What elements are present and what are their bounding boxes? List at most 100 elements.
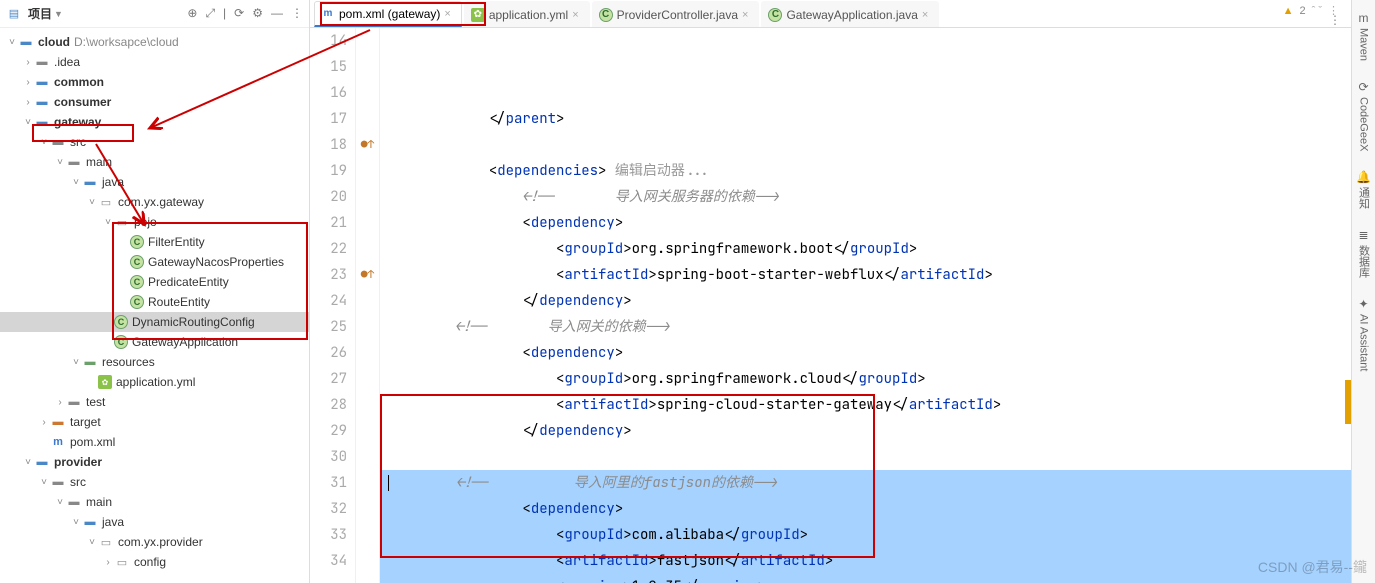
code-line-32[interactable]: <version>1.2.35</version> <box>380 574 1351 583</box>
gutter-marker[interactable] <box>356 80 379 106</box>
tree-item-application-yml[interactable]: ✿application.yml <box>0 372 309 392</box>
gutter-marker[interactable] <box>356 314 379 340</box>
right-tool-数据库[interactable]: ≣数据库 <box>1356 227 1372 278</box>
code-line-28[interactable]: <!-- 导入阿里的fastjson的依赖--> <box>380 470 1351 496</box>
expand-chevron-icon[interactable]: › <box>22 97 34 108</box>
right-tool-codegeex[interactable]: ⟳CodeGeeX <box>1356 79 1372 151</box>
expand-chevron-icon[interactable]: ˅ <box>6 37 18 48</box>
gutter-marker[interactable] <box>356 158 379 184</box>
tree-item-target[interactable]: ›▬target <box>0 412 309 432</box>
code-line-30[interactable]: <groupId>com.alibaba</groupId> <box>380 522 1351 548</box>
gutter-marker[interactable] <box>356 288 379 314</box>
code-line-18[interactable]: <dependency> <box>380 210 1351 236</box>
more-icon[interactable]: ⋮ <box>291 6 303 21</box>
tree-item-src[interactable]: ˅▬src <box>0 132 309 152</box>
expand-chevron-icon[interactable]: › <box>38 417 50 428</box>
expand-chevron-icon[interactable]: ˅ <box>22 457 34 468</box>
expand-icon[interactable]: ⤢ <box>205 6 215 21</box>
project-view-selector[interactable]: ▤ 项目 ▼ <box>6 5 63 22</box>
code-line-26[interactable]: </dependency> <box>380 418 1351 444</box>
tree-item-common[interactable]: ›▬common <box>0 72 309 92</box>
editor-body[interactable]: 1415161718192021222324252627282930313233… <box>310 28 1351 583</box>
tree-item-cloud[interactable]: ˅▬cloud D:\worksapce\cloud <box>0 32 309 52</box>
gutter-marker[interactable] <box>356 236 379 262</box>
tree-item-resources[interactable]: ˅▬resources <box>0 352 309 372</box>
expand-chevron-icon[interactable]: ˅ <box>70 517 82 528</box>
gutter-marker[interactable] <box>356 340 379 366</box>
tree-item-com-yx-provider[interactable]: ˅▭com.yx.provider <box>0 532 309 552</box>
close-icon[interactable]: × <box>572 9 578 21</box>
tab-pom-xml-gateway-[interactable]: mpom.xml (gateway)× <box>314 1 462 27</box>
locate-icon[interactable]: ⊕ <box>187 6 197 21</box>
expand-chevron-icon[interactable]: ˅ <box>38 477 50 488</box>
tree-item-consumer[interactable]: ›▬consumer <box>0 92 309 112</box>
tree-item-predicateentity[interactable]: CPredicateEntity <box>0 272 309 292</box>
gutter-marker[interactable] <box>356 444 379 470</box>
tree-item-src[interactable]: ˅▬src <box>0 472 309 492</box>
tree-item-gatewaynacosproperties[interactable]: CGatewayNacosProperties <box>0 252 309 272</box>
gutter-marker[interactable] <box>356 210 379 236</box>
gear-icon[interactable]: ⚙ <box>252 6 263 21</box>
nav-arrows[interactable]: ˆ ˇ <box>1312 5 1322 17</box>
tree-item-test[interactable]: ›▬test <box>0 392 309 412</box>
code-line-27[interactable] <box>380 444 1351 470</box>
expand-chevron-icon[interactable]: ˅ <box>70 177 82 188</box>
code-area[interactable]: </parent> <dependencies> 编辑启动器... <!-- 导… <box>380 28 1351 583</box>
expand-chevron-icon[interactable]: ˅ <box>54 497 66 508</box>
expand-chevron-icon[interactable]: › <box>102 557 114 568</box>
code-line-22[interactable]: <!-- 导入网关的依赖--> <box>380 314 1351 340</box>
code-line-15[interactable] <box>380 132 1351 158</box>
tree-item-java[interactable]: ˅▬java <box>0 512 309 532</box>
gutter-marker[interactable] <box>356 366 379 392</box>
right-tool-ai-assistant[interactable]: ✦AI Assistant <box>1356 296 1372 371</box>
tree-item--idea[interactable]: ›▬.idea <box>0 52 309 72</box>
refresh-icon[interactable]: ⟳ <box>234 6 244 21</box>
tree-item-pojo[interactable]: ˅▭pojo <box>0 212 309 232</box>
code-line-20[interactable]: <artifactId>spring-boot-starter-webflux<… <box>380 262 1351 288</box>
expand-chevron-icon[interactable]: ˅ <box>86 197 98 208</box>
code-line-16[interactable]: <dependencies> 编辑启动器... <box>380 158 1351 184</box>
tree-item-gateway[interactable]: ˅▬gateway <box>0 112 309 132</box>
close-icon[interactable]: × <box>742 9 748 21</box>
expand-chevron-icon[interactable]: ˅ <box>54 157 66 168</box>
gutter-marker[interactable] <box>356 522 379 548</box>
tree-item-routeentity[interactable]: CRouteEntity <box>0 292 309 312</box>
gutter-marker[interactable] <box>356 28 379 54</box>
code-line-31[interactable]: <artifactId>fastjson</artifactId> <box>380 548 1351 574</box>
tree-item-provider[interactable]: ˅▬provider <box>0 452 309 472</box>
gutter-marker[interactable] <box>356 392 379 418</box>
right-tool-maven[interactable]: mMaven <box>1356 10 1372 61</box>
gutter-marker[interactable] <box>356 184 379 210</box>
code-line-24[interactable]: <groupId>org.springframework.cloud</grou… <box>380 366 1351 392</box>
close-icon[interactable]: × <box>444 8 450 20</box>
collapse-icon[interactable]: — <box>271 6 283 21</box>
tab-gatewayapplication-java[interactable]: CGatewayApplication.java× <box>761 1 939 27</box>
more-icon[interactable]: ⋮ <box>1328 4 1339 17</box>
tree-item-main[interactable]: ˅▬main <box>0 152 309 172</box>
code-line-23[interactable]: <dependency> <box>380 340 1351 366</box>
tree-item-dynamicroutingconfig[interactable]: CDynamicRoutingConfig <box>0 312 309 332</box>
code-line-21[interactable]: </dependency> <box>380 288 1351 314</box>
gutter-marker[interactable] <box>356 106 379 132</box>
tab-application-yml[interactable]: ✿application.yml× <box>464 1 590 27</box>
expand-chevron-icon[interactable]: › <box>22 77 34 88</box>
expand-chevron-icon[interactable]: ˅ <box>86 537 98 548</box>
tree-item-gatewayapplication[interactable]: CGatewayApplication <box>0 332 309 352</box>
tree-item-com-yx-gateway[interactable]: ˅▭com.yx.gateway <box>0 192 309 212</box>
code-line-29[interactable]: <dependency> <box>380 496 1351 522</box>
gutter-marker[interactable] <box>356 54 379 80</box>
gutter-marker[interactable]: ●↑ <box>356 262 379 288</box>
expand-chevron-icon[interactable]: › <box>22 57 34 68</box>
expand-chevron-icon[interactable]: ˅ <box>22 117 34 128</box>
close-icon[interactable]: × <box>922 9 928 21</box>
code-line-25[interactable]: <artifactId>spring-cloud-starter-gateway… <box>380 392 1351 418</box>
tree-item-filterentity[interactable]: CFilterEntity <box>0 232 309 252</box>
tree-item-pom-xml[interactable]: mpom.xml <box>0 432 309 452</box>
code-line-19[interactable]: <groupId>org.springframework.boot</group… <box>380 236 1351 262</box>
gutter-marker[interactable] <box>356 496 379 522</box>
expand-chevron-icon[interactable]: ˅ <box>38 137 50 148</box>
gutter-marker[interactable]: ●↑ <box>356 132 379 158</box>
tree-item-main[interactable]: ˅▬main <box>0 492 309 512</box>
expand-chevron-icon[interactable]: › <box>54 397 66 408</box>
code-line-14[interactable]: </parent> <box>380 106 1351 132</box>
